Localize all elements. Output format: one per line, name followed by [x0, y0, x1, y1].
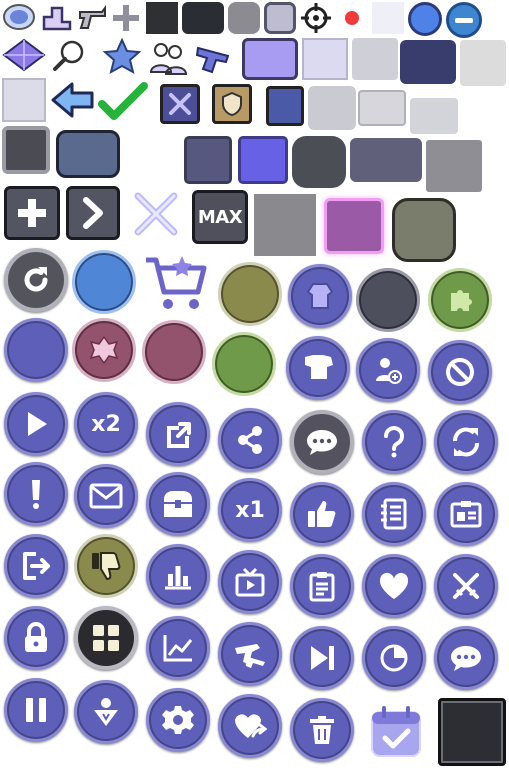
gray-square-tile — [426, 140, 482, 192]
swap-icon[interactable] — [434, 410, 498, 474]
ticket-tile — [56, 130, 120, 178]
checkmark-icon — [98, 80, 148, 124]
violet-square — [238, 136, 288, 184]
calendar-check-icon[interactable] — [368, 704, 424, 760]
slate-square — [2, 126, 50, 174]
pistol-icon — [194, 38, 238, 78]
revolver-icon — [76, 2, 108, 32]
purple-orb — [4, 318, 68, 382]
skip-icon[interactable] — [290, 626, 354, 690]
chat-icon[interactable] — [290, 410, 354, 474]
line-chart-icon[interactable] — [146, 616, 210, 680]
charcoal-rounded-tile — [292, 136, 346, 188]
x2-button[interactable]: x2 — [74, 392, 138, 456]
badge-icon — [2, 2, 36, 32]
weapons-icon[interactable] — [218, 622, 282, 686]
lilac-tile — [264, 2, 296, 34]
arrow-left-icon[interactable] — [50, 80, 96, 120]
pause-icon[interactable] — [4, 678, 68, 742]
add-user-icon[interactable] — [356, 338, 420, 402]
upgrade-icon[interactable] — [146, 402, 210, 466]
light-gray-tile — [352, 38, 398, 80]
refresh-icon[interactable] — [4, 248, 68, 312]
notebook-icon[interactable] — [362, 482, 426, 546]
green-orb — [212, 332, 276, 396]
tooltip-tile-small — [410, 98, 458, 134]
purple-tile — [242, 38, 298, 80]
speech-tile — [350, 138, 422, 182]
crossed-swords-icon[interactable] — [434, 554, 498, 618]
alert-icon[interactable] — [4, 462, 68, 526]
cart-star-icon[interactable] — [144, 252, 210, 312]
lavender-tile — [2, 78, 46, 122]
exit-icon[interactable] — [4, 534, 68, 598]
swords-icon — [160, 84, 200, 124]
chest-armor-icon[interactable] — [286, 336, 350, 400]
grid-icon[interactable] — [74, 606, 138, 670]
no-entry-icon — [446, 2, 482, 38]
magnifier-icon — [50, 38, 88, 74]
tooltip-tile — [358, 90, 406, 126]
crossed-swords-glow-icon — [130, 190, 182, 238]
trash-icon[interactable] — [290, 698, 354, 762]
gray-tile — [228, 2, 260, 34]
mauve-orb — [142, 320, 206, 384]
people-icon — [146, 38, 190, 78]
diamond-icon — [2, 38, 46, 72]
dark-tile — [146, 2, 178, 34]
thumbs-up-icon[interactable] — [290, 482, 354, 546]
olive-rounded-tile — [392, 198, 456, 262]
forbidden-icon[interactable] — [428, 340, 492, 404]
max-button-label: MAX — [197, 206, 243, 228]
max-button[interactable]: MAX — [192, 190, 248, 244]
heart-share-icon[interactable] — [218, 694, 282, 758]
id-card-icon[interactable] — [434, 482, 498, 546]
thumbs-down-icon[interactable] — [74, 534, 138, 598]
mail-icon[interactable] — [74, 464, 138, 528]
settings-icon[interactable] — [146, 688, 210, 752]
silver-tile — [308, 86, 356, 130]
black-square-tile — [438, 698, 506, 766]
selection-frame — [324, 198, 384, 254]
blue-orb — [408, 2, 442, 36]
pie-chart-icon[interactable] — [362, 626, 426, 690]
pale-tile — [372, 2, 404, 34]
heart-icon[interactable] — [362, 554, 426, 618]
chest-icon[interactable] — [146, 472, 210, 536]
chevron-right-icon[interactable] — [66, 186, 120, 240]
message-icon[interactable] — [434, 626, 498, 690]
help-icon[interactable] — [362, 410, 426, 474]
indigo-square — [184, 136, 232, 184]
red-dot-icon — [336, 2, 368, 34]
olive-orb — [218, 262, 282, 326]
lock-icon[interactable] — [4, 606, 68, 670]
navy-tile — [400, 40, 456, 84]
armor-orb[interactable] — [288, 264, 352, 328]
x1-label: x1 — [235, 497, 265, 523]
stone-tile — [460, 40, 506, 86]
flat-gray-tile — [254, 194, 316, 256]
video-icon[interactable] — [218, 550, 282, 614]
blue-orb-large — [72, 250, 136, 314]
rank-icon[interactable] — [74, 680, 138, 744]
emblem-icon[interactable] — [72, 318, 136, 382]
star-badge-icon — [102, 38, 142, 76]
clipboard-icon[interactable] — [290, 554, 354, 618]
puzzle-icon[interactable] — [428, 268, 492, 332]
slate-orb — [356, 268, 420, 332]
dark-wide-tile — [182, 2, 224, 34]
blue-square-tile — [266, 86, 304, 126]
bar-chart-icon[interactable] — [146, 544, 210, 608]
share-icon[interactable] — [218, 408, 282, 472]
x1-button[interactable]: x1 — [218, 478, 282, 542]
plus-icon — [110, 2, 142, 34]
crosshair-icon — [300, 2, 332, 34]
x2-label: x2 — [91, 411, 121, 437]
shield-badge-icon — [212, 84, 252, 124]
play-icon[interactable] — [4, 392, 68, 456]
pale-lilac-tile — [302, 38, 348, 80]
plus-button-icon[interactable] — [4, 186, 60, 240]
podium-icon — [42, 2, 72, 32]
